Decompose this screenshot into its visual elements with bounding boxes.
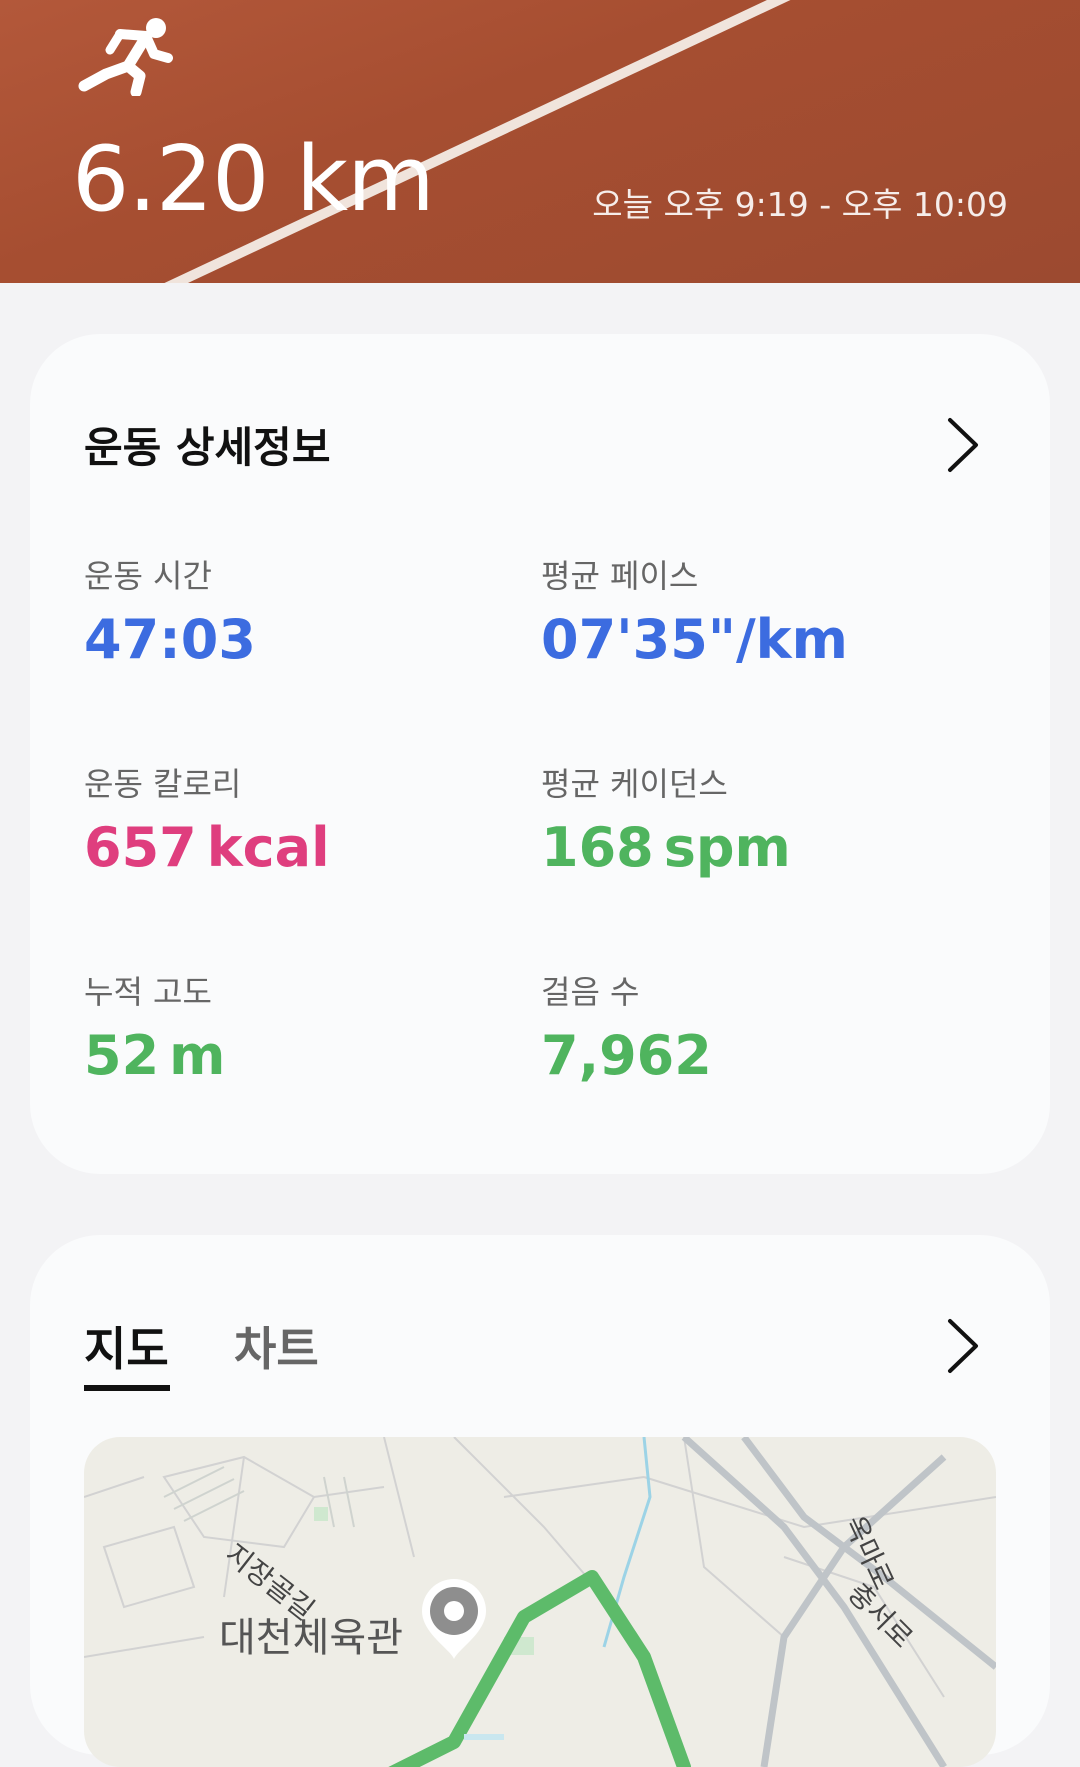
metric-value: 07'35"/km xyxy=(541,608,848,671)
workout-details-title: 운동 상세정보 xyxy=(84,423,331,472)
metric-value: 7,962 xyxy=(541,1024,712,1087)
metric-average-cadence: 평균 케이던스 168 spm xyxy=(541,762,961,880)
tab-chart[interactable]: 차트 xyxy=(234,1313,319,1379)
metric-value-row: 52 m xyxy=(84,1024,504,1088)
workout-distance: 6.20 km xyxy=(72,127,435,232)
chevron-right-icon[interactable] xyxy=(946,1317,980,1375)
route-map[interactable]: 지장골길 대천체육관 옥마로 충서로 xyxy=(84,1437,996,1767)
tab-map[interactable]: 지도 xyxy=(84,1313,169,1379)
metric-value: 52 xyxy=(84,1024,160,1087)
metric-label: 평균 페이스 xyxy=(541,557,699,595)
metric-label: 운동 칼로리 xyxy=(84,765,242,803)
metric-value: 168 xyxy=(541,816,654,879)
metric-elevation-gain: 누적 고도 52 m xyxy=(84,970,504,1088)
metric-unit: spm xyxy=(663,816,791,879)
metric-value-row: 168 spm xyxy=(541,816,961,880)
metric-exercise-time: 운동 시간 47:03 xyxy=(84,554,504,672)
metric-label: 운동 시간 xyxy=(84,557,212,595)
metric-average-pace: 평균 페이스 07'35"/km xyxy=(541,554,961,672)
metric-value: 657 xyxy=(84,816,197,879)
metric-value-row: 657 kcal xyxy=(84,816,504,880)
map-venue-label: 대천체육관 xyxy=(219,1615,403,1661)
metric-unit: m xyxy=(169,1024,226,1087)
running-person-icon xyxy=(78,18,173,96)
map-chart-card: 지도 차트 지장골길 대천체육관 옥마로 충서로 xyxy=(30,1235,1050,1767)
metric-calories: 운동 칼로리 657 kcal xyxy=(84,762,504,880)
workout-details-card[interactable]: 운동 상세정보 운동 시간 47:03 평균 페이스 07'35"/km 운동 … xyxy=(30,334,1050,1174)
metric-label: 평균 케이던스 xyxy=(541,765,728,803)
location-pin-icon[interactable] xyxy=(414,1575,494,1665)
metric-label: 걸음 수 xyxy=(541,973,640,1011)
chevron-right-icon[interactable] xyxy=(946,416,980,474)
active-tab-indicator xyxy=(84,1385,170,1391)
workout-time-range: 오늘 오후 9:19 - 오후 10:09 xyxy=(592,185,1008,224)
metric-unit: kcal xyxy=(206,816,330,879)
workout-header: 6.20 km 오늘 오후 9:19 - 오후 10:09 xyxy=(0,0,1080,283)
metric-value: 47:03 xyxy=(84,608,256,671)
metric-step-count: 걸음 수 7,962 xyxy=(541,970,961,1088)
metric-label: 누적 고도 xyxy=(84,973,212,1011)
